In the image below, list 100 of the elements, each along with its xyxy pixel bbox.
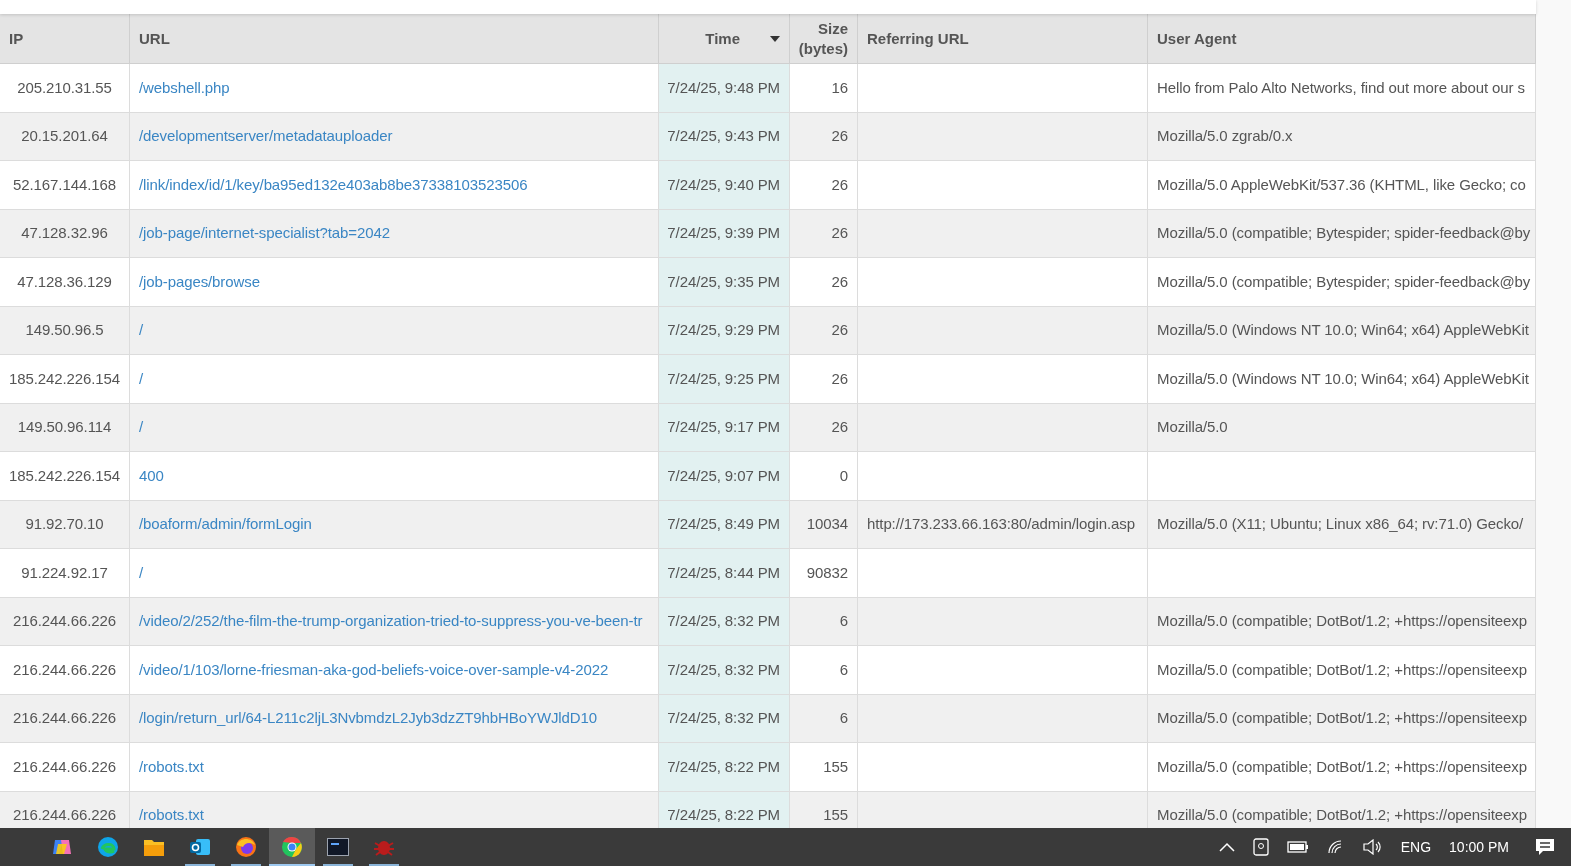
ip-cell-text: 185.242.226.154 xyxy=(8,465,121,486)
time-cell-text: 7/24/25, 8:32 PM xyxy=(667,611,780,631)
clock[interactable]: 10:00 PM xyxy=(1449,836,1509,858)
folder-icon xyxy=(143,837,165,857)
user-agent-cell-text: Mozilla/5.0 (compatible; DotBot/1.2; +https://opensiteexp xyxy=(1157,708,1527,728)
battery-icon[interactable] xyxy=(1286,841,1309,853)
user-agent-cell-text: Mozilla/5.0 (compatible; DotBot/1.2; +https://opensiteexp xyxy=(1157,611,1527,631)
terminal-window-icon xyxy=(327,838,349,856)
chevron-up-icon[interactable] xyxy=(1218,842,1235,852)
url-link[interactable]: /robots.txt xyxy=(139,755,204,778)
time-cell-text: 7/24/25, 8:44 PM xyxy=(667,562,780,583)
size-cell-text: 26 xyxy=(831,126,848,146)
user-agent-cell-text: Mozilla/5.0 (compatible; Bytespider; spider-feedback@by xyxy=(1157,271,1531,292)
size-cell-text: 26 xyxy=(831,174,848,195)
ip-cell-text: 91.224.92.17 xyxy=(21,562,108,583)
size-cell-text: 26 xyxy=(831,223,848,243)
size-cell-text: 6 xyxy=(839,659,848,680)
user-agent-cell-text: Mozilla/5.0 (compatible; Bytespider; spider-feedback@by xyxy=(1157,223,1531,243)
referrer-cell-text: http://173.233.66.163:80/admin/login.asp xyxy=(867,514,1135,534)
mail-app-icon xyxy=(189,836,211,858)
ip-cell-text: 216.244.66.226 xyxy=(13,805,116,825)
user-agent-cell-text: Mozilla/5.0 (compatible; DotBot/1.2; +https://opensiteexp xyxy=(1157,756,1527,777)
url-link[interactable]: /video/1/103/lorne-friesman-aka-god-beliefs-voice-over-sample-v4-2022 xyxy=(139,658,609,681)
url-link[interactable]: / xyxy=(139,367,144,390)
time-cell-text: 7/24/25, 8:22 PM xyxy=(667,805,780,825)
time-cell-text: 7/24/25, 9:48 PM xyxy=(667,77,780,98)
column-header[interactable]: IP xyxy=(0,14,130,63)
column-header[interactable]: Size (bytes) xyxy=(790,14,858,63)
size-cell-text: 155 xyxy=(823,805,848,825)
header-label: Size (bytes) xyxy=(798,18,848,59)
user-agent-cell-text: Mozilla/5.0 (compatible; DotBot/1.2; +https://opensiteexp xyxy=(1157,805,1527,825)
user-agent-cell-text: Mozilla/5.0 xyxy=(1157,417,1228,437)
speaker-icon[interactable] xyxy=(1362,839,1383,855)
time-cell-text: 7/24/25, 8:32 PM xyxy=(667,659,780,680)
url-link[interactable]: / xyxy=(139,561,144,584)
size-cell-text: 10034 xyxy=(806,514,848,534)
size-cell-text: 16 xyxy=(831,77,848,98)
url-link[interactable]: /developmentserver/metadatauploader xyxy=(139,125,393,148)
header-label: URL xyxy=(139,28,170,49)
time-cell-text: 7/24/25, 8:22 PM xyxy=(667,756,780,777)
ip-cell-text: 185.242.226.154 xyxy=(8,368,121,389)
time-cell-text: 7/24/25, 9:43 PM xyxy=(667,126,780,146)
ip-cell-text: 52.167.144.168 xyxy=(13,174,116,195)
column-header[interactable]: Referring URL xyxy=(858,14,1148,63)
ip-cell-text: 47.128.36.129 xyxy=(17,271,112,292)
size-cell-text: 26 xyxy=(831,271,848,292)
user-agent-cell-text: Mozilla/5.0 AppleWebKit/537.36 (KHTML, like Gecko; co xyxy=(1157,174,1526,195)
url-link[interactable]: / xyxy=(139,416,144,439)
ip-cell-text: 47.128.32.96 xyxy=(21,223,108,243)
user-agent-cell-text: Mozilla/5.0 zgrab/0.x xyxy=(1157,126,1293,146)
taskbar-app-button[interactable] xyxy=(269,828,315,866)
size-cell-text: 0 xyxy=(839,465,848,486)
size-cell-text: 6 xyxy=(839,708,848,728)
url-link[interactable]: / xyxy=(139,319,144,342)
notification-icon[interactable] xyxy=(1535,838,1555,856)
time-cell-text: 7/24/25, 9:07 PM xyxy=(667,465,780,486)
user-agent-cell-text: Mozilla/5.0 (compatible; DotBot/1.2; +https://opensiteexp xyxy=(1157,659,1527,680)
language-indicator[interactable]: ENG xyxy=(1400,836,1432,858)
ip-cell-text: 216.244.66.226 xyxy=(13,708,116,728)
user-agent-cell-text: Hello from Palo Alto Networks, find out more about our s xyxy=(1157,77,1525,98)
time-cell-text: 7/24/25, 9:29 PM xyxy=(667,320,780,340)
user-agent-cell-text: Mozilla/5.0 (Windows NT 10.0; Win64; x64) AppleWebKit xyxy=(1157,368,1529,389)
time-cell-text: 7/24/25, 8:32 PM xyxy=(667,708,780,728)
ip-cell-text: 205.210.31.55 xyxy=(17,77,112,98)
size-cell-text: 6 xyxy=(839,611,848,631)
time-cell-text: 7/24/25, 9:35 PM xyxy=(667,271,780,292)
header-label: User Agent xyxy=(1157,28,1237,49)
column-header[interactable]: Time xyxy=(659,14,790,63)
column-header[interactable]: URL xyxy=(130,14,659,63)
url-link[interactable]: /boaform/admin/formLogin xyxy=(139,513,312,536)
ip-cell-text: 216.244.66.226 xyxy=(13,659,116,680)
time-cell-text: 7/24/25, 9:25 PM xyxy=(667,368,780,389)
url-link[interactable]: /link/index/id/1/key/ba95ed132e403ab8be37338103523506 xyxy=(139,173,528,196)
ip-cell-text: 20.15.201.64 xyxy=(21,126,108,146)
time-cell-text: 7/24/25, 8:49 PM xyxy=(667,514,780,534)
column-header[interactable]: User Agent xyxy=(1148,14,1536,63)
ip-cell-text: 91.92.70.10 xyxy=(25,514,104,534)
time-cell-text: 7/24/25, 9:39 PM xyxy=(667,223,780,243)
url-link[interactable]: /job-pages/browse xyxy=(139,270,260,293)
url-link[interactable]: 400 xyxy=(139,464,164,487)
url-link[interactable]: /login/return_url/64-L211c2ljL3NvbmdzL2Jyb3dzZT9hbHBoYWJldD10 xyxy=(139,707,598,730)
ip-cell-text: 216.244.66.226 xyxy=(13,611,116,631)
header-label: Time xyxy=(705,28,740,49)
header-label: IP xyxy=(9,28,24,49)
time-cell-text: 7/24/25, 9:40 PM xyxy=(667,174,780,195)
url-link[interactable]: /video/2/252/the-film-the-trump-organization-tried-to-suppress-you-ve-been-tr xyxy=(139,610,643,633)
size-cell-text: 90832 xyxy=(806,562,848,583)
header-label: Referring URL xyxy=(867,28,969,49)
user-agent-cell-text: Mozilla/5.0 (Windows NT 10.0; Win64; x64) AppleWebKit xyxy=(1157,320,1529,340)
user-agent-cell-text: Mozilla/5.0 (X11; Ubuntu; Linux x86_64; rv:71.0) Gecko/ xyxy=(1157,514,1524,534)
url-link[interactable]: /job-page/internet-specialist?tab=2042 xyxy=(139,222,390,245)
size-cell-text: 26 xyxy=(831,417,848,437)
size-cell-text: 155 xyxy=(823,756,848,777)
size-cell-text: 26 xyxy=(831,320,848,340)
url-link[interactable]: /robots.txt xyxy=(139,804,204,827)
size-cell-text: 26 xyxy=(831,368,848,389)
ip-cell-text: 216.244.66.226 xyxy=(13,756,116,777)
ip-cell-text: 149.50.96.114 xyxy=(17,417,112,437)
url-link[interactable]: /webshell.php xyxy=(139,76,230,99)
wave-circle-icon xyxy=(97,836,119,858)
